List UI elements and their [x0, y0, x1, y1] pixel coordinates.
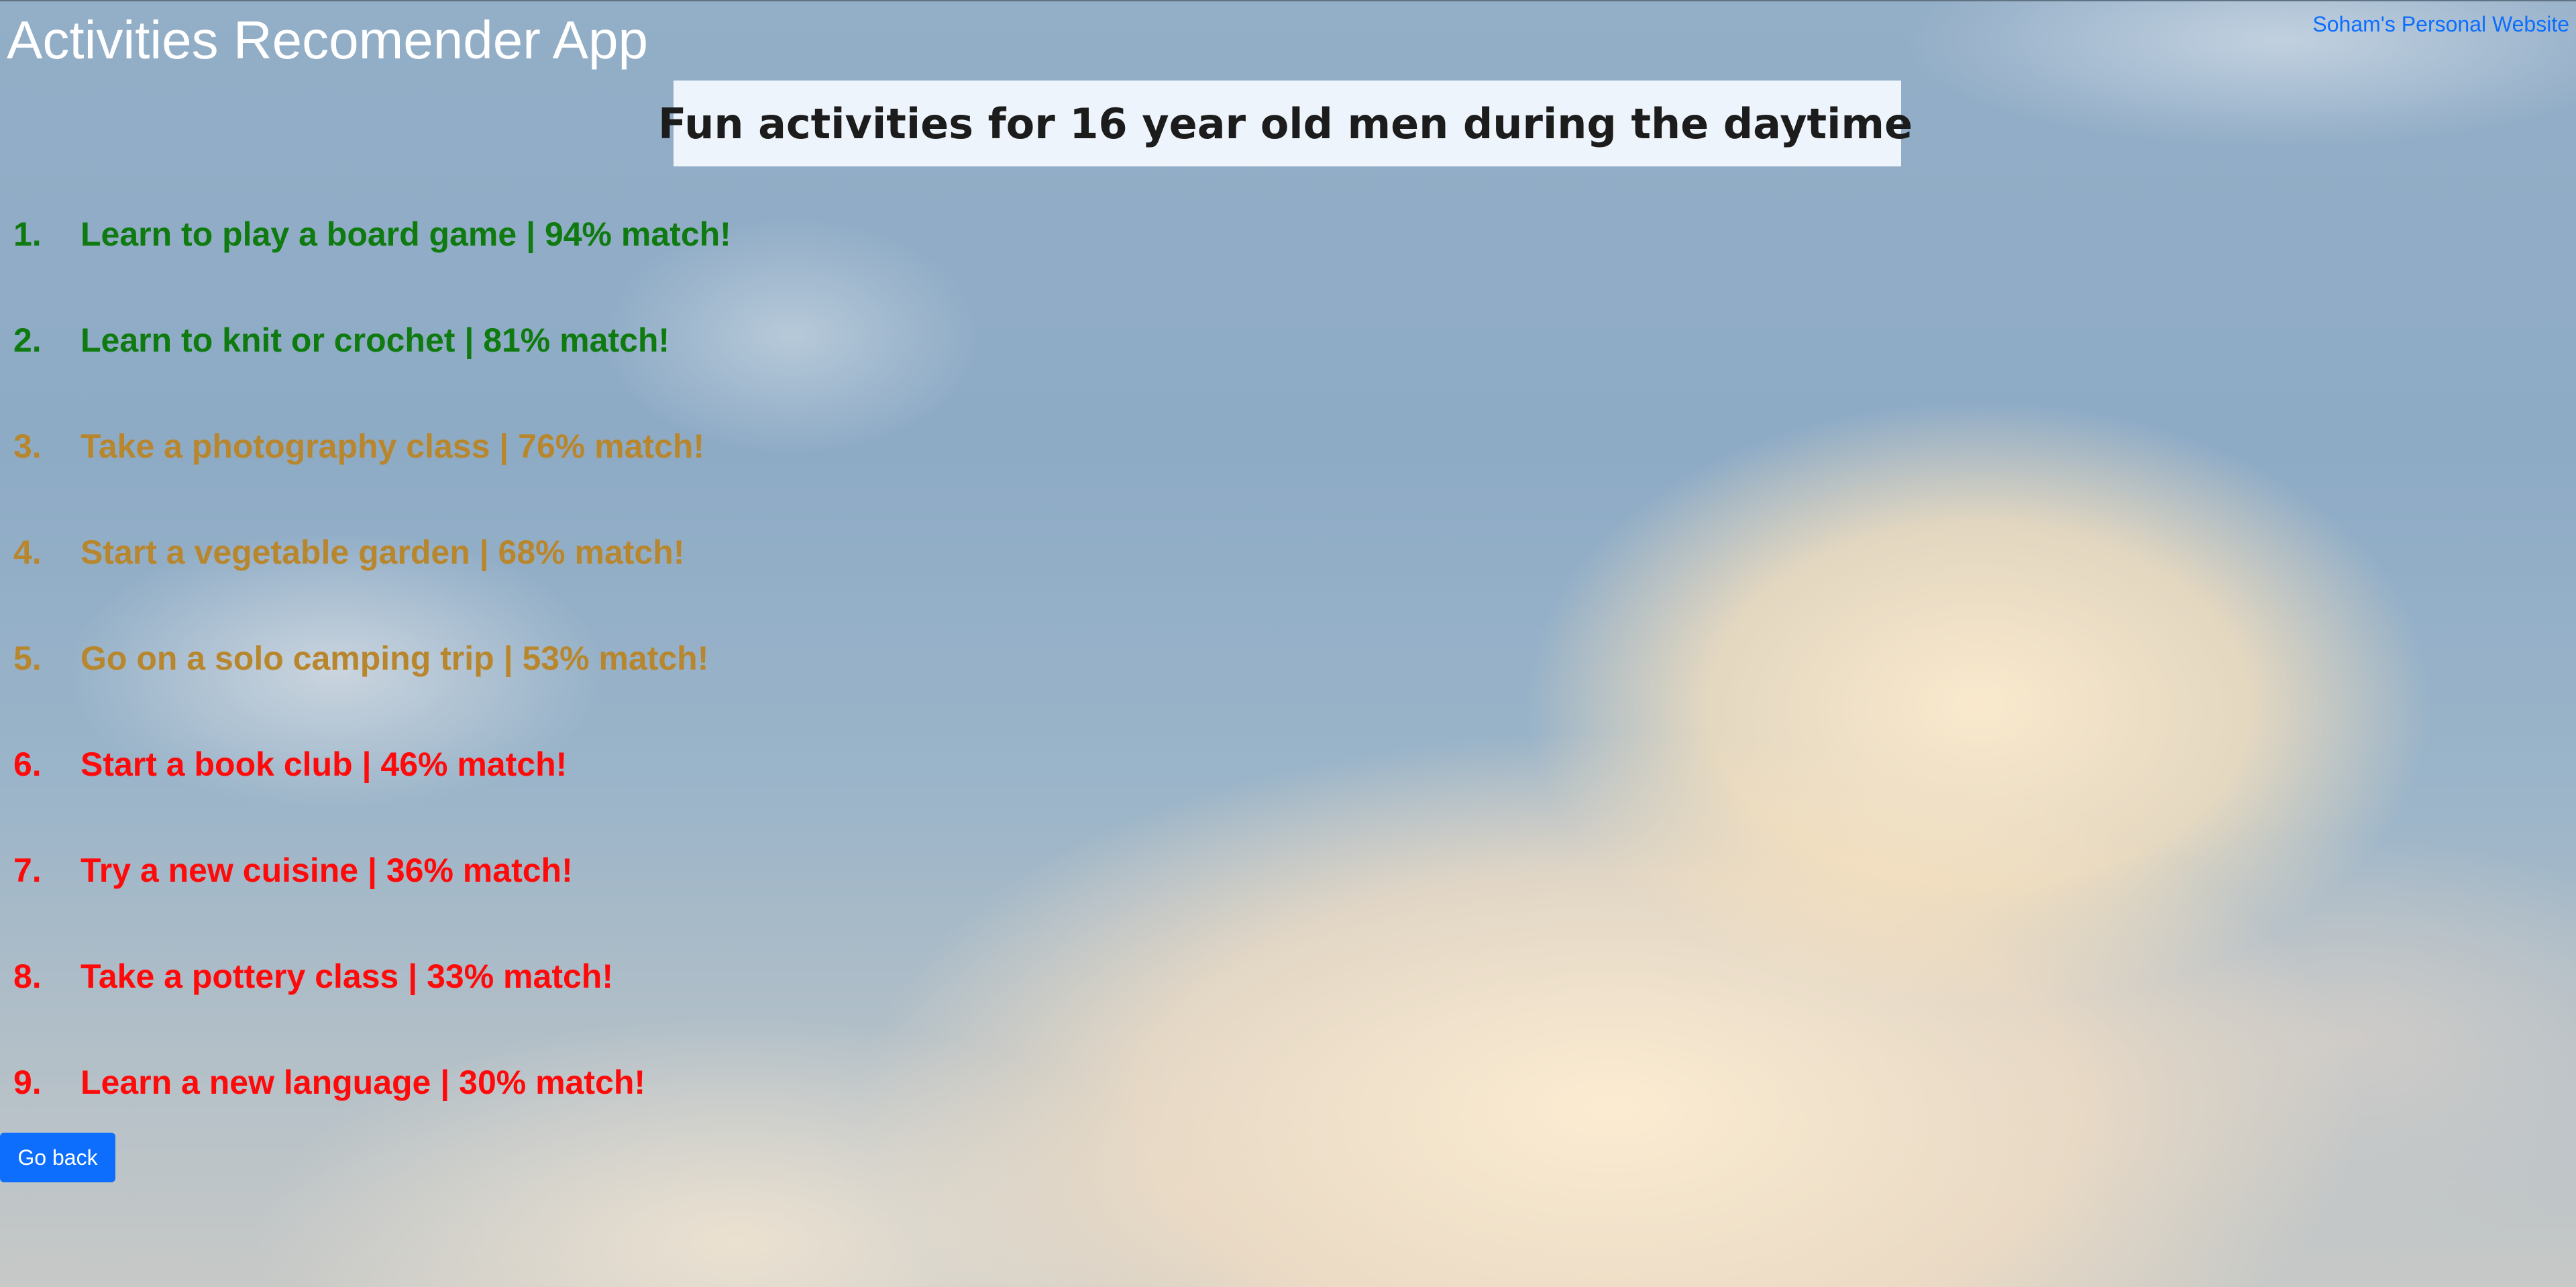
personal-website-link[interactable]: Soham's Personal Website — [2312, 12, 2569, 37]
activity-text: Learn a new language | 30% match! — [80, 1064, 646, 1101]
activity-item: 7. Try a new cuisine | 36% match! — [0, 817, 731, 923]
activity-item: 1. Learn to play a board game | 94% match… — [0, 181, 731, 287]
app-title: Activities Recomender App — [7, 10, 649, 70]
headline-text: Fun activities for 16 year old men durin… — [657, 99, 1913, 148]
activity-number: 1. — [13, 215, 42, 253]
activity-number: 9. — [13, 1064, 42, 1101]
activity-text: Start a book club | 46% match! — [80, 745, 568, 783]
activity-number: 3. — [13, 427, 42, 465]
headline-banner: Fun activities for 16 year old men durin… — [658, 81, 1913, 166]
activity-item: 5. Go on a solo camping trip | 53% match! — [0, 605, 731, 711]
activity-number: 6. — [13, 745, 42, 783]
activity-item: 6. Start a book club | 46% match! — [0, 711, 731, 817]
activity-list: 1. Learn to play a board game | 94% match… — [0, 181, 731, 1135]
activity-number: 8. — [13, 958, 42, 995]
activity-item: 3. Take a photography class | 76% match! — [0, 393, 731, 499]
activity-item: 9. Learn a new language | 30% match! — [0, 1029, 731, 1135]
activity-item: 2. Learn to knit or crochet | 81% match! — [0, 287, 731, 393]
activity-text: Learn to knit or crochet | 81% match! — [80, 321, 670, 359]
go-back-button[interactable]: Go back — [0, 1133, 115, 1182]
activity-text: Try a new cuisine | 36% match! — [80, 852, 573, 889]
activity-number: 4. — [13, 533, 42, 571]
activity-text: Take a pottery class | 33% match! — [80, 958, 613, 995]
activity-number: 5. — [13, 639, 42, 677]
activity-item: 8. Take a pottery class | 33% match! — [0, 923, 731, 1029]
activity-item: 4. Start a vegetable garden | 68% match! — [0, 499, 731, 605]
activity-text: Learn to play a board game | 94% match! — [80, 215, 731, 253]
top-border — [0, 0, 2576, 1]
activity-number: 7. — [13, 852, 42, 889]
activity-number: 2. — [13, 321, 42, 359]
activity-text: Start a vegetable garden | 68% match! — [80, 533, 685, 571]
activity-text: Take a photography class | 76% match! — [80, 427, 705, 465]
activity-text: Go on a solo camping trip | 53% match! — [80, 639, 709, 677]
